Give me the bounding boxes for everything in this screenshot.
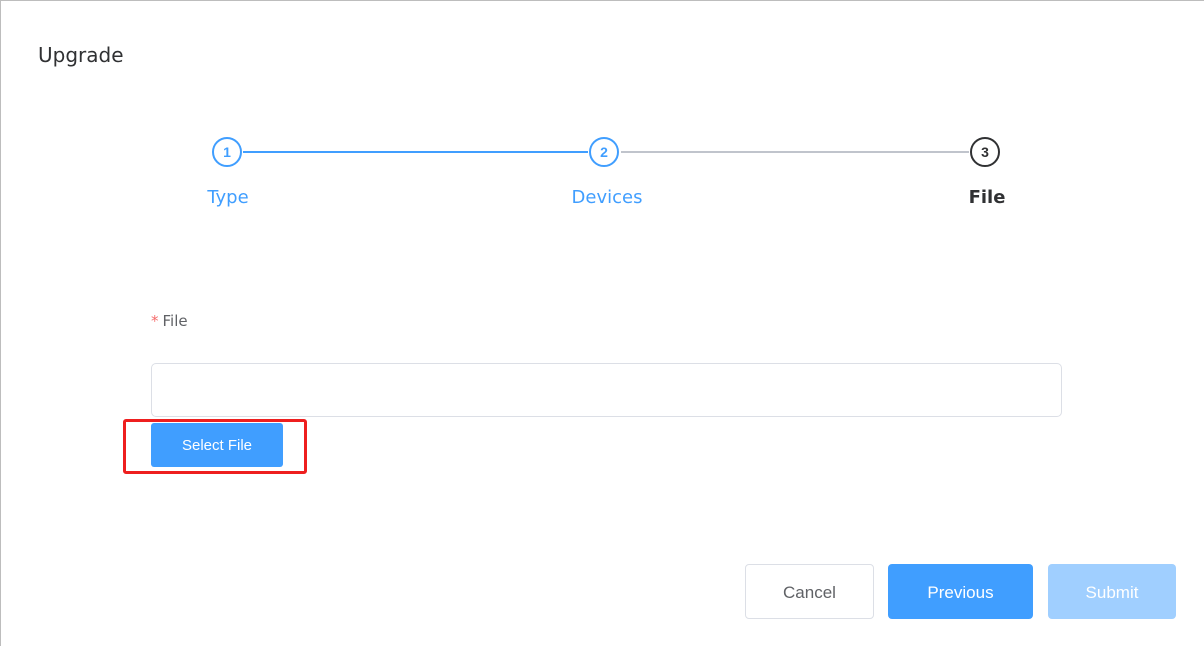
step-2-icon: 2 [589,137,619,167]
upgrade-dialog: Upgrade 1 2 3 Type Devices File * File Se… [0,0,1204,646]
step-connector-1-2 [243,151,588,153]
step-connector-2-3 [621,151,969,153]
previous-button[interactable]: Previous [888,564,1033,619]
file-input[interactable] [151,363,1062,417]
required-mark: * [151,312,159,330]
file-field-label: * File [151,312,188,330]
step-1-icon: 1 [212,137,242,167]
step-3-label: File [968,187,1006,208]
step-3-icon: 3 [970,137,1000,167]
cancel-button[interactable]: Cancel [745,564,874,619]
submit-button[interactable]: Submit [1048,564,1176,619]
steps-progress: 1 2 3 Type Devices File [1,1,1204,241]
select-file-button[interactable]: Select File [151,423,283,467]
step-2-label: Devices [571,187,643,208]
file-label-text: File [162,312,188,330]
step-1-label: Type [207,187,249,208]
